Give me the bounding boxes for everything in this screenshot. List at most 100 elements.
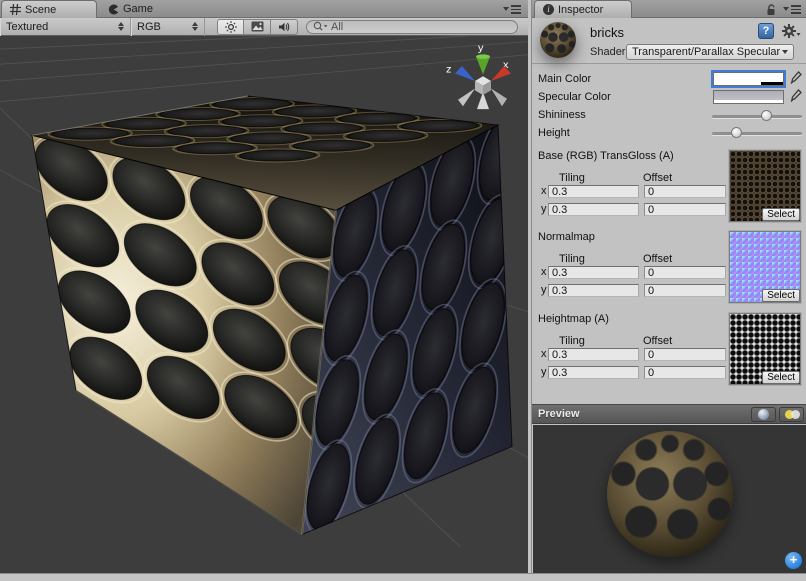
eyedropper-icon[interactable] — [789, 89, 802, 104]
tiling-header: Tiling — [559, 335, 585, 347]
select-texture-button[interactable]: Select — [762, 371, 800, 384]
orientation-gizmo[interactable]: y x z — [446, 42, 511, 109]
specular-color-swatch[interactable] — [713, 90, 784, 104]
lighting-toggle-button[interactable] — [217, 19, 244, 35]
offset-x-input[interactable] — [644, 185, 726, 198]
scene-panel: Scene Game Textured RGB — [0, 0, 528, 573]
gizmo-y-label: y — [478, 42, 484, 54]
help-icon[interactable]: ? — [758, 23, 774, 39]
offset-y-input[interactable] — [644, 203, 726, 216]
heightmap-texture-thumbnail[interactable]: Select — [729, 313, 801, 385]
color-channel-value: RGB — [137, 21, 161, 33]
gizmo-axis-cone[interactable] — [491, 88, 507, 106]
render-mode-dropdown[interactable]: Textured — [0, 18, 131, 36]
status-strip — [0, 573, 806, 581]
tab-scene-label: Scene — [25, 4, 56, 16]
sphere-icon — [758, 409, 769, 420]
tiling-header: Tiling — [559, 172, 585, 184]
chevron-down-icon — [782, 50, 788, 54]
tiling-x-input[interactable] — [548, 348, 639, 361]
material-preview-icon — [540, 22, 576, 58]
material-header: bricks ? Shader Transparent/Parallax Spe… — [532, 18, 806, 64]
tab-game[interactable]: Game — [100, 0, 190, 18]
panel-divider[interactable] — [528, 0, 531, 573]
sun-icon — [225, 21, 237, 33]
tab-inspector[interactable]: i Inspector — [534, 0, 632, 18]
select-texture-button[interactable]: Select — [762, 289, 800, 302]
inspector-tabbar: i Inspector — [532, 0, 806, 18]
tab-scene[interactable]: Scene — [1, 0, 97, 18]
color-channel-dropdown[interactable]: RGB — [131, 18, 205, 36]
image-icon — [251, 21, 264, 32]
texture-section-normalmap: Normalmap Tiling Offset x y Select — [532, 231, 806, 309]
height-slider-handle[interactable] — [731, 127, 742, 138]
scene-viewport[interactable]: y x z — [0, 36, 528, 573]
tiling-y-input[interactable] — [548, 203, 639, 216]
add-button[interactable]: + — [785, 552, 802, 569]
scene-3d-view: y x z — [0, 36, 528, 573]
shader-label: Shader — [590, 46, 625, 58]
x-axis-label: x — [541, 266, 547, 278]
texture-section-heightmap: Heightmap (A) Tiling Offset x y Select — [532, 313, 806, 391]
tab-game-label: Game — [123, 3, 153, 15]
render-mode-value: Textured — [6, 21, 48, 33]
search-icon — [313, 21, 329, 32]
audio-toggle-button[interactable] — [271, 19, 298, 35]
tab-inspector-label: Inspector — [558, 4, 603, 16]
offset-header: Offset — [643, 172, 672, 184]
height-label: Height — [538, 127, 570, 139]
texture-section-title: Heightmap (A) — [538, 313, 609, 325]
y-axis-label: y — [541, 284, 547, 296]
textured-cube[interactable] — [26, 96, 528, 545]
gizmo-z-label: z — [446, 64, 451, 76]
select-texture-button[interactable]: Select — [762, 208, 800, 221]
inspector-pane-menu-icon[interactable] — [783, 4, 803, 15]
tiling-x-input[interactable] — [548, 266, 639, 279]
offset-y-input[interactable] — [644, 284, 726, 297]
gizmo-axis-cone[interactable] — [458, 88, 475, 106]
updown-arrows-icon — [118, 22, 124, 31]
tiling-y-input[interactable] — [548, 284, 639, 297]
lock-icon[interactable] — [766, 4, 779, 16]
scene-search-input[interactable] — [331, 21, 511, 33]
shininess-slider-handle[interactable] — [761, 110, 772, 121]
tiling-y-input[interactable] — [548, 366, 639, 379]
specular-color-label: Specular Color — [538, 91, 611, 103]
scene-fx-toggle-button[interactable] — [244, 19, 271, 35]
offset-x-input[interactable] — [644, 348, 726, 361]
scene-search-field[interactable] — [306, 20, 518, 34]
preview-area[interactable]: + — [532, 425, 806, 573]
gear-icon[interactable] — [781, 23, 801, 39]
height-slider[interactable] — [712, 132, 802, 135]
preview-title: Preview — [538, 408, 751, 420]
y-axis-label: y — [541, 366, 547, 378]
x-axis-label: x — [541, 348, 547, 360]
shininess-slider[interactable] — [712, 115, 802, 118]
material-preview-sphere[interactable] — [607, 431, 733, 557]
updown-arrows-icon — [192, 22, 198, 31]
scene-toolbar: Textured RGB — [0, 18, 528, 36]
inspector-panel: i Inspector bricks ? Shader — [531, 0, 806, 573]
scene-pane-menu-icon[interactable] — [503, 4, 523, 15]
tiling-header: Tiling — [559, 253, 585, 265]
tiling-x-input[interactable] — [548, 185, 639, 198]
preview-header[interactable]: Preview — [532, 404, 806, 424]
gizmo-z-cone[interactable] — [455, 66, 475, 81]
base-texture-thumbnail[interactable]: Select — [729, 150, 801, 222]
main-color-swatch[interactable] — [713, 72, 784, 86]
x-axis-label: x — [541, 185, 547, 197]
offset-header: Offset — [643, 253, 672, 265]
speaker-icon — [278, 21, 291, 33]
gizmo-y-cone[interactable] — [476, 57, 490, 75]
eyedropper-icon[interactable] — [789, 71, 802, 86]
normalmap-texture-thumbnail[interactable]: Select — [729, 231, 801, 303]
main-color-label: Main Color — [538, 73, 591, 85]
shader-dropdown[interactable]: Transparent/Parallax Specular — [626, 44, 794, 60]
y-axis-label: y — [541, 203, 547, 215]
lights-icon — [785, 410, 799, 419]
preview-lighting-button[interactable] — [779, 407, 804, 422]
offset-y-input[interactable] — [644, 366, 726, 379]
material-name: bricks — [590, 25, 624, 40]
preview-shape-button[interactable] — [751, 407, 776, 422]
offset-x-input[interactable] — [644, 266, 726, 279]
